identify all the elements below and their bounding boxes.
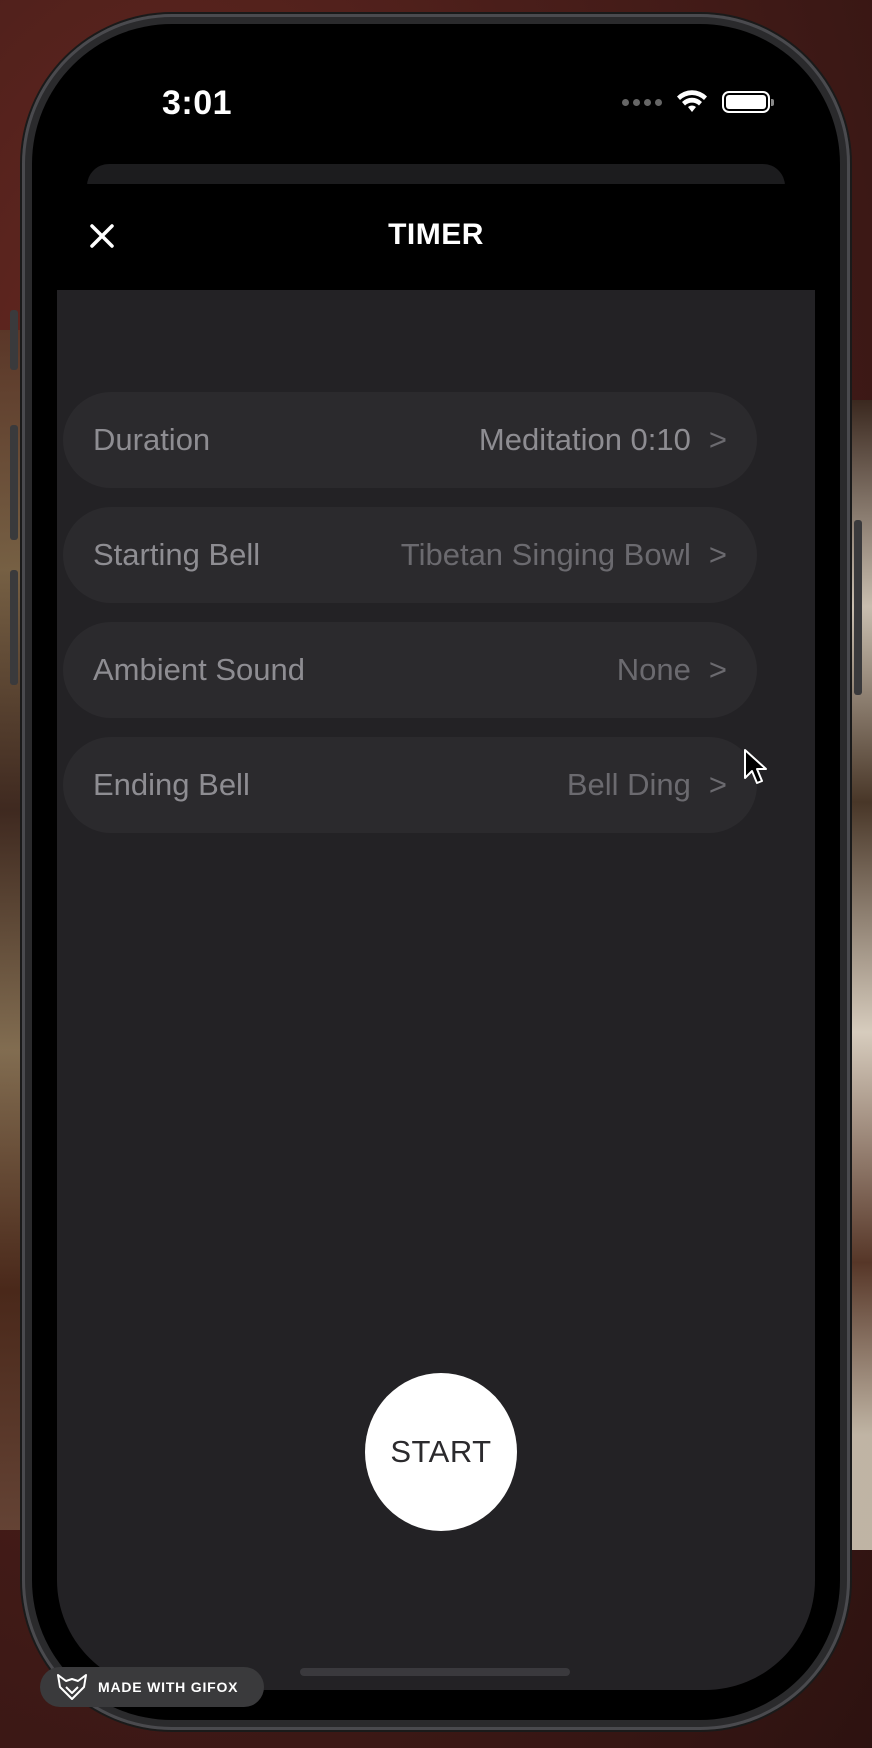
row-value-group: None >	[617, 652, 727, 688]
row-starting-bell[interactable]: Starting Bell Tibetan Singing Bowl >	[63, 507, 757, 603]
watermark-label: MADE WITH GIFOX	[98, 1679, 239, 1695]
start-label: START	[390, 1434, 492, 1469]
row-label: Ambient Sound	[93, 652, 305, 687]
row-value: Meditation 0:10	[478, 422, 691, 457]
row-label: Starting Bell	[93, 537, 261, 572]
row-duration[interactable]: Duration Meditation 0:10 >	[63, 392, 757, 488]
chevron-right-icon: >	[708, 422, 727, 457]
row-label: Duration	[93, 422, 211, 457]
battery-icon	[722, 91, 774, 113]
status-time: 3:01	[162, 84, 233, 122]
fox-logo-icon	[57, 1674, 87, 1700]
mouse-cursor-icon	[744, 749, 767, 784]
mute-switch	[10, 310, 18, 370]
row-ambient-sound[interactable]: Ambient Sound None >	[63, 622, 757, 718]
row-value-group: Tibetan Singing Bowl >	[401, 537, 727, 573]
chevron-right-icon: >	[708, 537, 727, 572]
row-value: Tibetan Singing Bowl	[400, 537, 691, 572]
chevron-right-icon: >	[708, 767, 727, 802]
row-value: Bell Ding	[566, 767, 691, 802]
start-button[interactable]: START	[365, 1373, 517, 1531]
phone-screen: 3:01 TIMER Duration Meditation 0:10 > St…	[32, 24, 840, 1720]
status-icons	[622, 90, 774, 114]
row-value: None	[616, 652, 691, 687]
home-indicator[interactable]	[300, 1668, 570, 1676]
page-title: TIMER	[388, 218, 484, 251]
settings-list: Duration Meditation 0:10 > Starting Bell…	[63, 392, 757, 852]
chevron-right-icon: >	[708, 652, 727, 687]
row-label: Ending Bell	[93, 767, 250, 802]
gifox-watermark: MADE WITH GIFOX	[40, 1667, 264, 1707]
row-value-group: Bell Ding >	[567, 767, 727, 803]
volume-down-button	[10, 570, 18, 685]
row-value-group: Meditation 0:10 >	[479, 422, 727, 458]
power-button	[854, 520, 862, 695]
cellular-signal-icon	[622, 98, 662, 106]
volume-up-button	[10, 425, 18, 540]
row-ending-bell[interactable]: Ending Bell Bell Ding >	[63, 737, 757, 833]
wifi-icon	[677, 90, 707, 112]
